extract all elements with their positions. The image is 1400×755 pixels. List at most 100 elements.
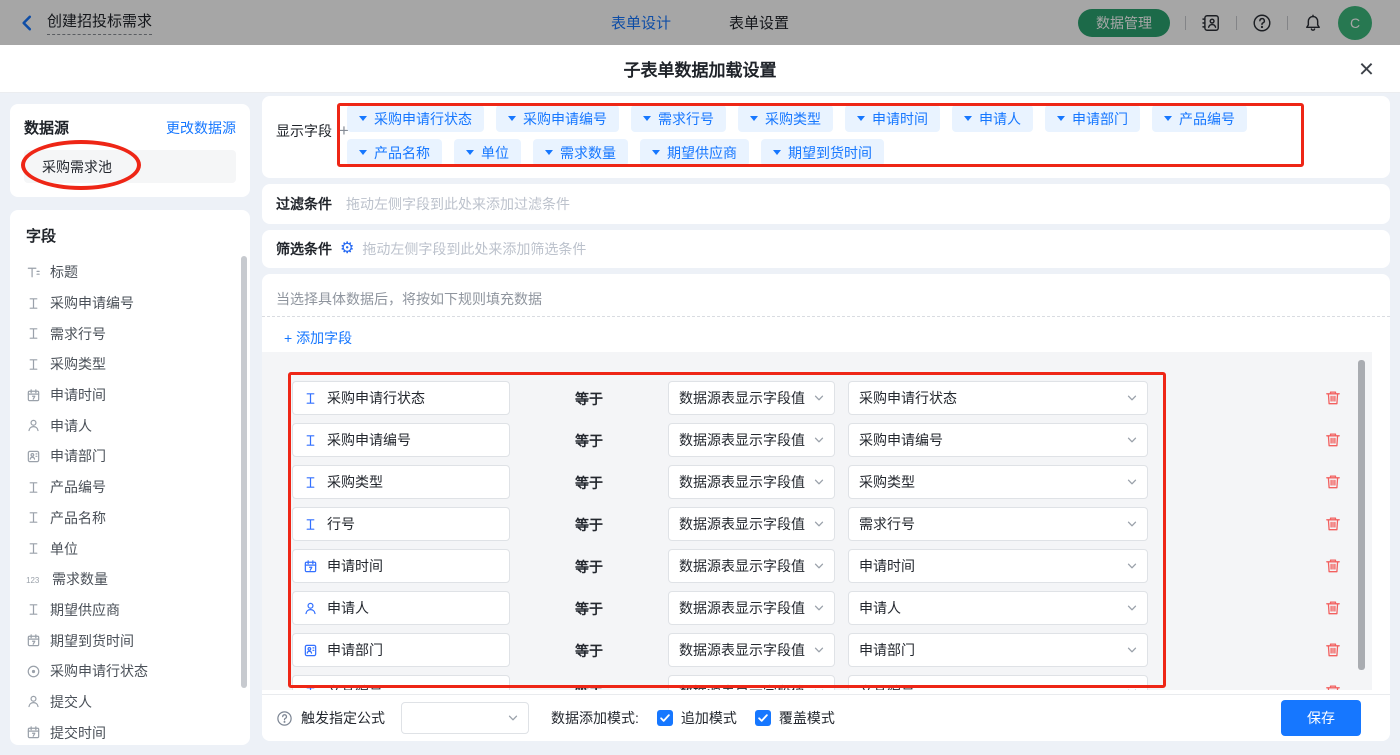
calendar-icon xyxy=(303,559,318,574)
display-field-tag[interactable]: 产品名称 xyxy=(347,139,442,166)
bell-icon[interactable] xyxy=(1303,13,1323,33)
display-field-tag[interactable]: 申请人 xyxy=(952,105,1033,132)
screening-condition-dropzone[interactable]: 拖动左侧字段到此处来添加筛选条件 xyxy=(362,239,586,259)
rule-field-box[interactable]: 采购申请行状态 xyxy=(292,381,510,415)
field-item[interactable]: 提交人 xyxy=(26,687,234,718)
field-item[interactable]: 采购申请编号 xyxy=(26,288,234,319)
fields-scrollbar[interactable] xyxy=(241,256,247,688)
field-item[interactable]: 采购类型 xyxy=(26,349,234,380)
title-icon xyxy=(26,265,41,280)
source-type-select[interactable]: 数据源表显示字段值 xyxy=(668,591,835,625)
rule-field-box[interactable]: 产品编号 xyxy=(292,675,510,690)
text-icon xyxy=(26,602,41,617)
contacts-icon[interactable] xyxy=(1201,13,1221,33)
delete-row-button[interactable] xyxy=(1324,389,1342,407)
delete-row-button[interactable] xyxy=(1324,599,1342,617)
rule-field-label: 采购申请行状态 xyxy=(327,388,425,408)
display-field-tag[interactable]: 申请部门 xyxy=(1045,105,1140,132)
field-item-label: 期望到货时间 xyxy=(50,631,134,651)
display-field-tag[interactable]: 采购类型 xyxy=(738,105,833,132)
datasource-selected-item[interactable]: 采购需求池 xyxy=(24,150,236,183)
source-type-select[interactable]: 数据源表显示字段值 xyxy=(668,507,835,541)
source-type-select[interactable]: 数据源表显示字段值 xyxy=(668,549,835,583)
field-item[interactable]: 产品名称 xyxy=(26,503,234,534)
gear-icon[interactable]: ⚙ xyxy=(340,241,354,257)
rule-field-box[interactable]: 申请人 xyxy=(292,591,510,625)
avatar[interactable]: C xyxy=(1338,6,1372,40)
rules-scrollbar[interactable] xyxy=(1358,360,1365,670)
add-field-button[interactable]: + 添加字段 xyxy=(284,328,352,348)
help-icon[interactable] xyxy=(276,710,293,727)
delete-row-button[interactable] xyxy=(1324,473,1342,491)
delete-row-button[interactable] xyxy=(1324,683,1342,690)
filter-condition-dropzone[interactable]: 拖动左侧字段到此处来添加过滤条件 xyxy=(346,194,570,214)
rule-row: 采购申请编号 等于 数据源表显示字段值 采购申请编号 xyxy=(262,423,1372,457)
rule-field-box[interactable]: 采购申请编号 xyxy=(292,423,510,457)
save-button[interactable]: 保存 xyxy=(1281,700,1361,736)
delete-row-button[interactable] xyxy=(1324,431,1342,449)
field-item[interactable]: 申请时间 xyxy=(26,380,234,411)
display-field-tag[interactable]: 需求数量 xyxy=(533,139,628,166)
tab-form-settings[interactable]: 表单设置 xyxy=(729,12,789,33)
field-item[interactable]: 申请部门 xyxy=(26,441,234,472)
display-field-tag[interactable]: 申请时间 xyxy=(845,105,940,132)
display-field-tag[interactable]: 产品编号 xyxy=(1152,105,1247,132)
source-field-select[interactable]: 申请时间 xyxy=(848,549,1148,583)
rule-field-box[interactable]: 申请部门 xyxy=(292,633,510,667)
data-manage-button[interactable]: 数据管理 xyxy=(1078,9,1170,37)
dept-icon xyxy=(303,643,318,658)
display-field-tag[interactable]: 期望到货时间 xyxy=(761,139,884,166)
field-item[interactable]: 期望供应商 xyxy=(26,595,234,626)
append-mode-checkbox[interactable] xyxy=(657,710,673,726)
field-item[interactable]: 期望到货时间 xyxy=(26,625,234,656)
source-type-select[interactable]: 数据源表显示字段值 xyxy=(668,381,835,415)
caret-down-icon xyxy=(857,116,865,121)
display-field-tag[interactable]: 采购申请行状态 xyxy=(347,105,484,132)
field-item[interactable]: 需求行号 xyxy=(26,318,234,349)
rule-field-label: 采购申请编号 xyxy=(327,430,411,450)
display-field-tag[interactable]: 单位 xyxy=(454,139,521,166)
source-field-select[interactable]: 采购申请编号 xyxy=(848,423,1148,457)
rule-field-box[interactable]: 采购类型 xyxy=(292,465,510,499)
source-type-select[interactable]: 数据源表显示字段值 xyxy=(668,465,835,499)
field-item[interactable]: 产品编号 xyxy=(26,472,234,503)
rule-field-label: 采购类型 xyxy=(327,472,383,492)
field-item[interactable]: 采购申请行状态 xyxy=(26,656,234,687)
delete-row-button[interactable] xyxy=(1324,515,1342,533)
display-field-tag[interactable]: 期望供应商 xyxy=(640,139,749,166)
display-field-tag[interactable]: 需求行号 xyxy=(631,105,726,132)
source-type-select[interactable]: 数据源表显示字段值 xyxy=(668,675,835,690)
rule-row: 采购类型 等于 数据源表显示字段值 采购类型 xyxy=(262,465,1372,499)
source-field-select[interactable]: 申请部门 xyxy=(848,633,1148,667)
display-field-tag[interactable]: 采购申请编号 xyxy=(496,105,619,132)
source-field-select[interactable]: 产品编号 xyxy=(848,675,1148,690)
help-icon[interactable] xyxy=(1252,13,1272,33)
source-type-select[interactable]: 数据源表显示字段值 xyxy=(668,423,835,457)
source-field-select[interactable]: 需求行号 xyxy=(848,507,1148,541)
rule-field-box[interactable]: 行号 xyxy=(292,507,510,541)
chevron-down-icon xyxy=(813,644,825,656)
chevron-down-icon xyxy=(1126,518,1138,530)
field-item[interactable]: 标题 xyxy=(26,257,234,288)
source-field-select[interactable]: 申请人 xyxy=(848,591,1148,625)
delete-row-button[interactable] xyxy=(1324,557,1342,575)
delete-row-button[interactable] xyxy=(1324,641,1342,659)
formula-select[interactable] xyxy=(401,702,529,734)
field-item[interactable]: 提交时间 xyxy=(26,717,234,748)
display-fields-panel: 显示字段+ 采购申请行状态 采购申请编号 需求行号 xyxy=(262,96,1390,178)
text-icon xyxy=(26,510,41,525)
field-item-label: 申请人 xyxy=(50,416,92,436)
field-item[interactable]: 123 需求数量 xyxy=(26,564,234,595)
rule-field-box[interactable]: 申请时间 xyxy=(292,549,510,583)
source-field-select[interactable]: 采购类型 xyxy=(848,465,1148,499)
tab-form-design[interactable]: 表单设计 xyxy=(611,12,671,33)
overwrite-mode-checkbox[interactable] xyxy=(755,710,771,726)
person-icon xyxy=(26,418,41,433)
close-icon[interactable]: × xyxy=(1359,55,1374,81)
field-item[interactable]: 单位 xyxy=(26,533,234,564)
source-type-select[interactable]: 数据源表显示字段值 xyxy=(668,633,835,667)
change-datasource-link[interactable]: 更改数据源 xyxy=(166,118,236,138)
source-field-select[interactable]: 采购申请行状态 xyxy=(848,381,1148,415)
field-item[interactable]: 申请人 xyxy=(26,410,234,441)
calendar-icon xyxy=(26,388,41,403)
